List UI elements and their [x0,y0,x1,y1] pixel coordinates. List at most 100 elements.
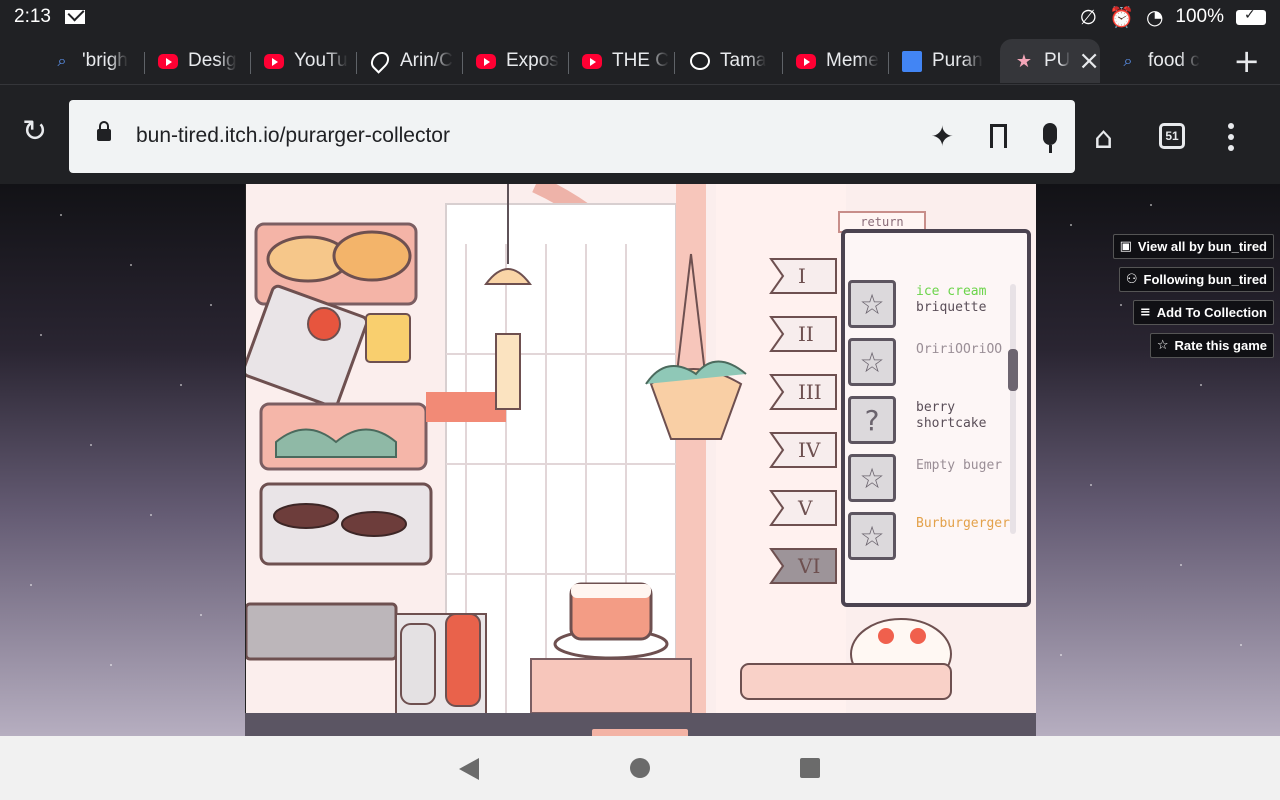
collection-item-tag: ice cream [916,284,987,299]
tab-8[interactable]: Puran [902,39,990,83]
collection-item-label: OririOOriOO [916,342,1003,357]
collection-item[interactable]: ? berry shortcake [846,392,1026,444]
no-sync-icon: ∅ [1079,5,1098,29]
background-star [180,384,182,386]
tab-label: PU [1044,50,1071,71]
background-star [40,334,42,336]
collection-item-name: ice cream briquette [916,284,1024,316]
collection-item-label: Empty buger [916,458,1003,473]
tab-5[interactable]: THE C [582,39,670,83]
search-icon: ⌕ [1123,51,1133,70]
collection-item[interactable]: ☆ Empty buger [846,450,1026,502]
tab-separator [674,52,675,74]
mic-icon[interactable] [1043,123,1057,153]
tab-switcher-button[interactable]: 51 [1159,123,1185,149]
status-icons: ∅ ⏰ ◔ 100% [1080,5,1266,29]
background-star [110,664,112,666]
home-circle-icon[interactable] [630,758,650,778]
background-star [1150,204,1152,206]
tab-label: Arin/C [400,50,453,71]
address-bar[interactable]: bun-tired.itch.io/purarger-collector ✦ [69,100,1075,173]
user-check-icon: ⚇ [1125,272,1138,287]
background-star [90,444,92,446]
collection-item-name: Burburgerger [916,516,1024,532]
youtube-icon [264,53,284,69]
tab-3[interactable]: Arin/C [370,39,458,83]
home-icon[interactable]: ⌂ [1094,121,1113,156]
android-nav-bar [0,736,1280,800]
youtube-icon [796,53,816,69]
openai-icon [690,52,710,70]
maps-icon [370,48,393,74]
tab-separator [888,52,889,74]
tab-9[interactable]: ★ PU × [1000,39,1100,83]
background-star [150,514,152,516]
overflow-menu-icon[interactable] [1228,123,1234,151]
question-icon: ? [848,396,896,444]
youtube-icon [582,53,602,69]
omnibox-actions: ✦ [931,120,1057,156]
tab-label: Expos [506,50,559,71]
tab-strip: + ⌕ 'brigh Desig YouTu Arin/C Expos THE C Tama M… [0,34,1280,84]
battery-percent: 100% [1175,6,1224,27]
page-content: I II III IV V VI return ☆ ice cream briquette ☆ O… [0,184,1280,736]
star-icon: ☆ [848,338,896,386]
collection-item-label: Burburgerger [916,516,1010,531]
tab-close-icon[interactable]: × [1078,46,1100,76]
background-star [60,214,62,216]
tab-1[interactable]: Desig [158,39,246,83]
back-icon[interactable] [459,758,479,780]
tab-label: Puran [932,50,983,71]
background-star [1090,484,1092,486]
game-canvas[interactable]: I II III IV V VI return ☆ ice cream briquette ☆ O… [245,184,1036,713]
recents-icon[interactable] [800,758,820,778]
tab-label: 'brigh [82,50,128,71]
status-bar: 2:13 ∅ ⏰ ◔ 100% [0,0,1280,34]
collection-item-name: berry shortcake [916,400,1024,432]
game-footer-tab[interactable] [592,729,688,736]
rate-game-button[interactable]: ☆ Rate this game [1149,333,1274,358]
itch-actions: ▣ View all by bun_tired ⚇ Following bun_ti… [1112,234,1274,358]
background-star [1120,304,1122,306]
collection-scroll-thumb[interactable] [1008,349,1018,391]
tab-separator [568,52,569,74]
tab-separator [250,52,251,74]
tab-label: Meme [826,50,879,71]
wifi-icon: ◔ [1145,5,1164,29]
tab-separator [782,52,783,74]
tab-6[interactable]: Tama [690,39,778,83]
collection-item[interactable]: ☆ OririOOriOO [846,334,1026,386]
star-outline-icon: ☆ [1156,338,1169,353]
battery-icon [1236,7,1266,25]
reload-icon[interactable]: ↻ [22,117,52,147]
youtube-icon [158,53,178,69]
following-button[interactable]: ⚇ Following bun_tired [1118,267,1274,292]
collection-item[interactable]: ☆ Burburgerger [846,508,1026,560]
tab-separator [144,52,145,74]
background-star [1070,224,1072,226]
tab-4[interactable]: Expos [476,39,564,83]
collection-item-label: berry shortcake [916,400,987,431]
chapter-numeral: VI [797,554,820,578]
tab-7[interactable]: Meme [796,39,884,83]
tab-10[interactable]: ⌕ food c [1118,39,1206,83]
chapter-numeral: III [798,380,822,404]
url-text[interactable]: bun-tired.itch.io/purarger-collector [136,124,450,148]
sparkle-icon[interactable]: ✦ [931,120,954,153]
lock-icon[interactable] [97,121,111,141]
tab-label: YouTu [294,50,348,71]
star-icon: ★ [1015,50,1033,72]
background-star [130,264,132,266]
tab-2[interactable]: YouTu [264,39,352,83]
collection-scrollbar[interactable] [1010,284,1016,534]
view-all-button[interactable]: ▣ View all by bun_tired [1112,234,1274,259]
background-star [30,584,32,586]
bookmark-icon[interactable] [990,124,1007,156]
new-tab-button[interactable]: + [1233,42,1260,80]
add-to-collection-button[interactable]: ≡ Add To Collection [1132,300,1274,325]
tab-0[interactable]: ⌕ 'brigh [52,39,140,83]
collection-item[interactable]: ☆ ice cream briquette [846,276,1026,328]
chapter-numeral: I [798,264,806,288]
youtube-icon [476,53,496,69]
tab-separator [356,52,357,74]
